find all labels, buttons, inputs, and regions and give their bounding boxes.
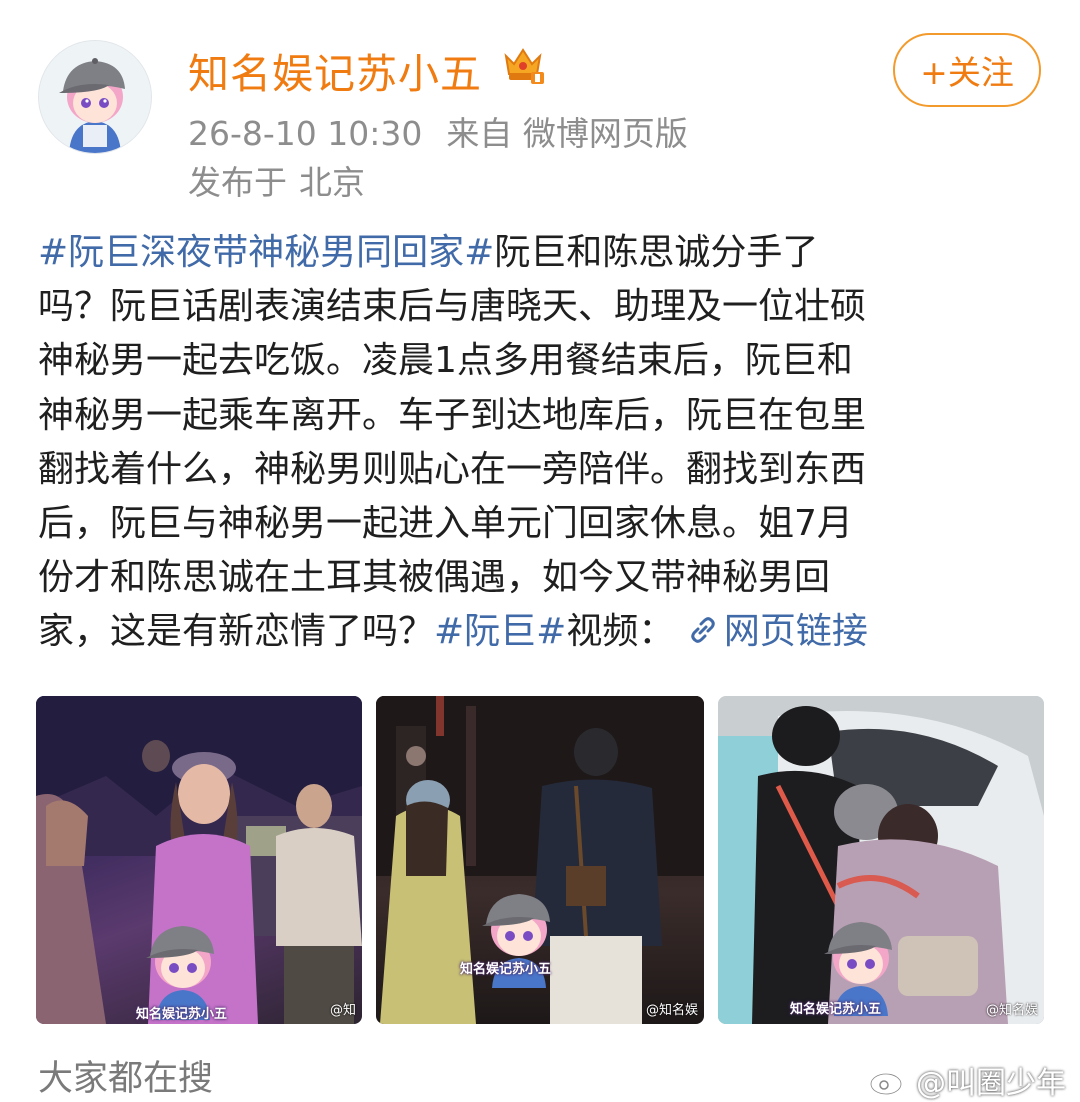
post-line: #阮巨深夜带神秘男同回家#阮巨和陈思诚分手了	[38, 226, 1042, 280]
photo-3[interactable]: 知名娱记苏小五 @知名娱	[718, 696, 1044, 1024]
post-source: 来自 微博网页版	[446, 114, 688, 153]
post-text-segment: 阮巨和陈思诚分手了	[494, 232, 819, 273]
post-line: 神秘男一起乘车离开。车子到达地库后，阮巨在包里	[38, 394, 867, 436]
post-line: 家，这是有新恋情了吗？#阮巨#视频： 网页链接	[38, 605, 1042, 659]
photo-watermark: @知名娱	[985, 1003, 1038, 1018]
post-body: #阮巨深夜带神秘男同回家#阮巨和陈思诚分手了 吗？阮巨话剧表演结束后与唐晓天、助…	[38, 226, 1042, 660]
watermark-caption: 知名娱记苏小五	[136, 1007, 228, 1022]
post-header: 知名娱记苏小五 +关注 26-8-10 10:30 来自 微博网页版 发布于 北京	[0, 0, 1080, 215]
avatar-mascot-icon	[39, 41, 151, 153]
post-line: 份才和陈思诚在土耳其被偶遇，如今又带神秘男回	[38, 557, 831, 599]
post-time: 26-8-10 10:30	[188, 114, 423, 153]
trending-search-label: 大家都在搜	[38, 1059, 214, 1099]
location-label: 发布于	[188, 163, 287, 202]
post-text-segment: 家，这是有新恋情了吗？	[38, 611, 435, 653]
photo-grid: 知名娱记苏小五 @知 知名娱记苏小五 @知名娱 知名娱记苏小五 @知名娱	[36, 696, 1044, 1024]
watermark-caption: 知名娱记苏小五	[790, 1002, 882, 1017]
photo-2[interactable]: 知名娱记苏小五 @知名娱	[376, 696, 704, 1024]
web-link-label: 网页链接	[723, 611, 868, 653]
post-line: 吗？阮巨话剧表演结束后与唐晓天、助理及一位壮硕	[38, 286, 867, 328]
post-line: 后，阮巨与神秘男一起进入单元门回家休息。姐7月	[38, 502, 853, 544]
photo-watermark: @知名娱	[645, 1003, 698, 1018]
corner-watermark-text: @叫圈少年	[916, 1066, 1066, 1101]
vip-crown-icon	[504, 48, 544, 84]
photo-1[interactable]: 知名娱记苏小五 @知	[36, 696, 362, 1024]
post-line: 神秘男一起去吃饭。凌晨1点多用餐结束后，阮巨和	[38, 340, 853, 382]
location-value: 北京	[299, 163, 365, 202]
user-avatar[interactable]	[38, 40, 152, 154]
username[interactable]: 知名娱记苏小五	[188, 40, 482, 100]
hashtag-link[interactable]: #阮巨#	[434, 611, 566, 652]
corner-watermark: @叫圈少年	[868, 1058, 1066, 1102]
web-link[interactable]: 网页链接	[674, 611, 868, 653]
post-location: 发布于 北京	[188, 156, 365, 204]
post-meta: 26-8-10 10:30 来自 微博网页版	[188, 107, 712, 155]
post-line: 翻找着什么，神秘男则贴心在一旁陪伴。翻找到东西	[38, 448, 867, 490]
follow-button[interactable]: +关注	[893, 33, 1041, 107]
photo-watermark: @知	[329, 1003, 356, 1018]
watermark-mascot-icon	[146, 926, 214, 1020]
hashtag-link[interactable]: #阮巨深夜带神秘男同回家#	[38, 232, 494, 273]
link-icon	[691, 617, 715, 644]
post-text-segment: 视频：	[566, 611, 675, 653]
watermark-caption: 知名娱记苏小五	[460, 962, 552, 977]
weibo-logo-icon	[869, 1068, 907, 1096]
